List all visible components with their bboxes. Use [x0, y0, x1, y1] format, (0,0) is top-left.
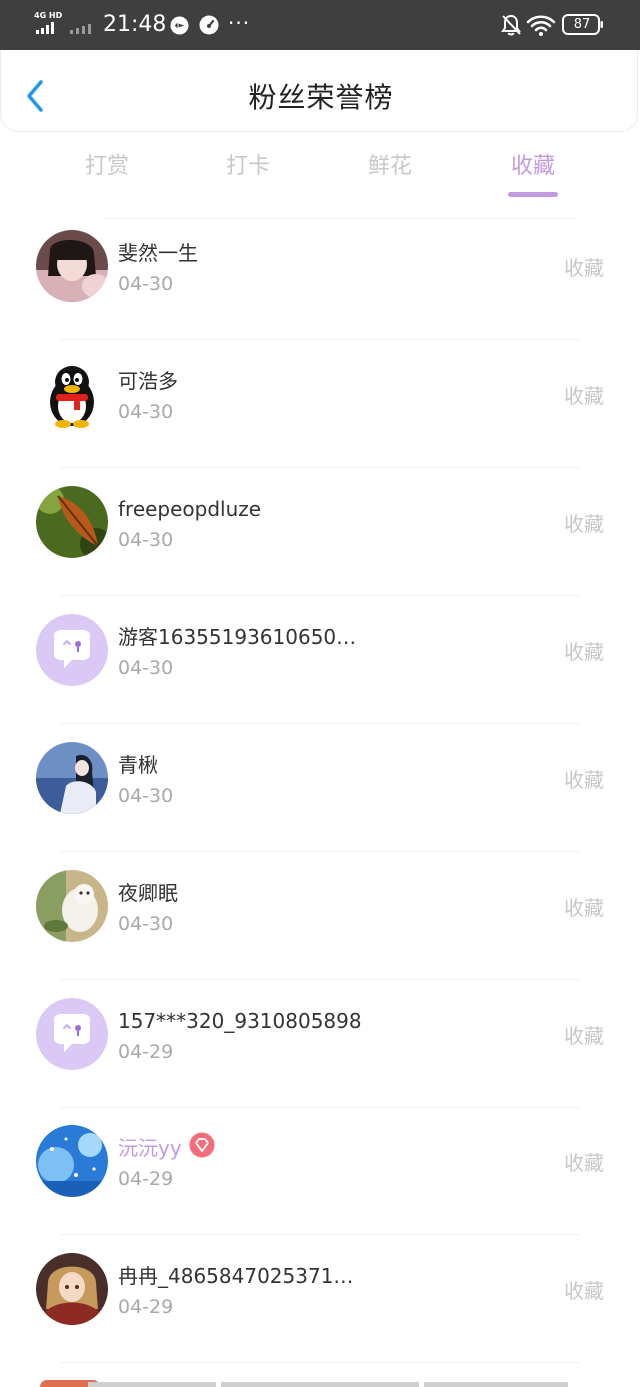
avatar[interactable] — [36, 358, 108, 430]
divider — [60, 723, 580, 724]
avatar[interactable] — [36, 742, 108, 814]
favorite-label: 收藏 — [564, 256, 604, 280]
avatar[interactable] — [36, 1253, 108, 1325]
bell-muted-icon — [501, 14, 521, 36]
signal-icon-secondary — [70, 24, 91, 34]
date: 04-30 — [118, 785, 174, 807]
user-name: 夜卿眠 — [118, 881, 178, 905]
user-name: 青楸 — [118, 753, 158, 777]
avatar[interactable] — [36, 486, 108, 558]
date: 04-30 — [118, 529, 174, 551]
list-item[interactable]: 冉冉_4865847025371… 04-29 收藏 — [0, 1242, 640, 1370]
date: 04-29 — [118, 1041, 174, 1063]
avatar[interactable] — [36, 870, 108, 942]
status-bar: 4G HD 21:48 ··· 87 — [0, 0, 640, 50]
favorite-label: 收藏 — [564, 640, 604, 664]
divider — [60, 1234, 580, 1235]
header: 粉丝荣誉榜 — [0, 50, 638, 132]
date: 04-30 — [118, 401, 174, 423]
user-name: 冉冉_4865847025371… — [118, 1264, 354, 1288]
list-item[interactable]: 可浩多 04-30 收藏 — [0, 347, 640, 475]
list-item[interactable]: 沅沅yy 04-29 收藏 — [0, 1114, 640, 1242]
tab-reward[interactable]: 打赏 — [52, 150, 162, 184]
avatar[interactable] — [36, 998, 108, 1070]
avatar[interactable] — [36, 614, 108, 686]
clock: 21:48 — [103, 12, 167, 37]
divider — [60, 851, 580, 852]
wifi-icon — [526, 15, 556, 36]
user-name: 沅沅yy — [118, 1136, 182, 1160]
divider — [60, 979, 580, 980]
favorite-label: 收藏 — [564, 512, 604, 536]
date: 04-29 — [118, 1296, 174, 1318]
vip-badge-icon — [189, 1132, 215, 1158]
date: 04-30 — [118, 273, 174, 295]
user-name: 斐然一生 — [118, 241, 198, 265]
network-type: 4G HD — [34, 11, 63, 20]
list-item[interactable]: 游客16355193610650… 04-30 收藏 — [0, 603, 640, 731]
user-name: 可浩多 — [118, 369, 178, 393]
list-item[interactable]: 斐然一生 04-30 收藏 — [0, 219, 640, 347]
favorite-label: 收藏 — [564, 1279, 604, 1303]
favorite-label: 收藏 — [564, 384, 604, 408]
favorite-label: 收藏 — [564, 1151, 604, 1175]
avatar[interactable] — [36, 1125, 108, 1197]
active-tab-indicator — [508, 192, 558, 197]
date: 04-30 — [118, 913, 174, 935]
more-notifications: ··· — [228, 11, 251, 35]
divider — [60, 467, 580, 468]
divider — [60, 339, 580, 340]
list-item[interactable]: 157***320_9310805898 04-29 收藏 — [0, 987, 640, 1115]
favorite-label: 收藏 — [564, 1024, 604, 1048]
favorite-label: 收藏 — [564, 768, 604, 792]
speedometer-icon — [199, 15, 219, 35]
signal-icon — [36, 22, 54, 34]
avatar[interactable] — [36, 230, 108, 302]
user-name: freepeopdluze — [118, 497, 262, 521]
tab-favorites[interactable]: 收藏 — [478, 150, 588, 184]
list-item[interactable]: 夜卿眠 04-30 收藏 — [0, 859, 640, 987]
battery-level: 87 — [573, 17, 591, 32]
list-item[interactable]: 青楸 04-30 收藏 — [0, 731, 640, 859]
tab-flowers[interactable]: 鲜花 — [335, 150, 445, 184]
user-name: 游客16355193610650… — [118, 625, 357, 649]
user-name: 157***320_9310805898 — [118, 1009, 362, 1033]
app-notification-icon — [170, 16, 189, 35]
date: 04-29 — [118, 1168, 174, 1190]
date: 04-30 — [118, 657, 174, 679]
tab-checkin[interactable]: 打卡 — [193, 150, 303, 184]
favorite-label: 收藏 — [564, 896, 604, 920]
page-title: 粉丝荣誉榜 — [248, 81, 394, 114]
bottom-bar — [0, 1382, 640, 1387]
divider — [60, 595, 580, 596]
divider — [60, 1362, 580, 1363]
divider — [60, 1107, 580, 1108]
list-item[interactable]: freepeopdluze 04-30 收藏 — [0, 475, 640, 603]
